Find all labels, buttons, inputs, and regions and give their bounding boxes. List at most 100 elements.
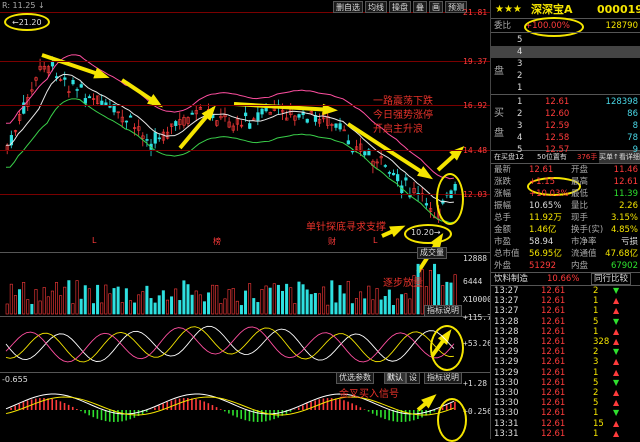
tick-time: 13:30 (494, 398, 519, 409)
up-arrow-icon: ▲ (613, 428, 620, 438)
volume-bar (165, 299, 169, 315)
candle-body (387, 172, 392, 174)
tick-time: 13:30 (494, 388, 519, 398)
tick-price: 12.61 (541, 367, 566, 378)
stat-value: 47.68亿 (605, 249, 638, 259)
kline-chart-area[interactable]: R: 11.25 ↓ ←21.20 删自选 均线 操盘 叠 画 预测 21.81… (0, 0, 492, 442)
candle-body (264, 107, 268, 112)
weibi-volume: 128790 (605, 21, 638, 31)
highlight-ellipse (436, 173, 464, 225)
volume-bar (338, 285, 342, 315)
tick-price: 12.61 (541, 286, 566, 296)
volume-bar (182, 280, 186, 315)
buy-level-number: 2 (517, 109, 523, 119)
stat-value: +10.03% (529, 189, 569, 199)
stat-label: 振幅 (494, 201, 512, 211)
stat-label: 金额 (494, 225, 512, 235)
volume-bar (239, 305, 243, 315)
buy-level-number: 3 (517, 121, 523, 131)
sell-order-row: 4 (491, 46, 640, 58)
volume-bar (305, 289, 309, 315)
buy-volume: 78 (627, 133, 638, 143)
volume-bar (104, 284, 108, 315)
stat-label: 市盈 (494, 237, 512, 247)
tick-row: 13:28 12.61 5 ▼ (491, 317, 640, 327)
sell-order-row: 1 (491, 82, 640, 94)
optimize-params-button[interactable]: 优选参数 (336, 372, 374, 384)
settings-button[interactable]: 设 (406, 372, 420, 384)
volume-bar (149, 298, 153, 315)
grid-line (0, 150, 490, 151)
tick-price: 12.61 (541, 296, 566, 307)
stat-value: 亏损 (620, 237, 638, 247)
indicator-help-button[interactable]: 指标说明 (424, 305, 462, 317)
toolbar-operate-button[interactable]: 操盘 (389, 1, 411, 13)
volume-bar (379, 299, 383, 315)
tick-time: 13:30 (494, 377, 519, 388)
toolbar-ma-button[interactable]: 均线 (365, 1, 387, 13)
stat-label: 总手 (494, 213, 512, 223)
sell-level-number: 4 (517, 47, 523, 57)
stock-header: ★★★ 深深宝A 000019 (491, 2, 640, 18)
stat-label: 最低 (571, 189, 589, 199)
annotation-text: 开启主升浪 (373, 124, 423, 135)
volume-bar (124, 288, 128, 315)
tick-volume: 328 (593, 337, 610, 347)
tick-price: 12.61 (541, 347, 566, 358)
candle-body (75, 89, 79, 91)
tab-industry[interactable]: 饮料制造 (494, 273, 528, 285)
indicator-help-button[interactable]: 指标说明 (424, 372, 462, 384)
toolbar-overlay-button[interactable]: 叠 (413, 1, 427, 13)
candle-body (346, 140, 350, 145)
tick-time: 13:28 (494, 337, 519, 347)
toolbar-remove-favorite-button[interactable]: 删自选 (333, 1, 363, 13)
candle-body (108, 106, 112, 108)
volume-bar (383, 296, 387, 315)
chart-toolbar: 删自选 均线 操盘 叠 画 预测 (333, 1, 467, 13)
tick-row: 13:28 12.61 1 ▲ (491, 327, 640, 337)
sell-level-number: 5 (517, 35, 523, 45)
sell-level-number: 3 (517, 59, 523, 69)
volume-bar (211, 284, 215, 315)
volume-axis-label: X10000 (463, 295, 492, 304)
tick-price: 12.61 (541, 306, 566, 317)
volume-bar (350, 303, 354, 315)
volume-bar (120, 302, 124, 315)
tick-row: 13:30 12.61 1 ▼ (491, 408, 640, 418)
candle-body (244, 112, 248, 117)
candle-body (71, 79, 75, 85)
volume-bar (396, 298, 400, 315)
volume-bar (186, 284, 190, 315)
macd-left-value: -0.655 (2, 375, 28, 384)
stat-value: 12.61 (529, 165, 554, 175)
volume-axis-label: 6444 (463, 277, 483, 286)
grid-line (0, 194, 490, 195)
tick-volume: 1 (593, 326, 599, 337)
volume-axis-label: 12888 (463, 254, 488, 263)
buy-price: 12.59 (545, 121, 570, 131)
volume-bar (202, 301, 206, 315)
buy-order-row: 2 12.60 86 (491, 108, 640, 120)
trend-arrow-head (389, 225, 406, 238)
tick-time: 13:29 (494, 347, 519, 358)
macd-axis-label: +0.256 (463, 407, 492, 416)
volume-bar (334, 302, 338, 315)
indicator-label: R: 11.25 ↓ (2, 1, 45, 10)
down-arrow-icon: ▼ (613, 408, 620, 418)
toolbar-draw-button[interactable]: 画 (429, 1, 443, 13)
default-button[interactable]: 默认 (384, 372, 406, 384)
tick-price: 12.61 (541, 316, 566, 327)
up-arrow-icon: ▲ (613, 398, 620, 408)
volume-bar (59, 295, 63, 315)
grid-line (0, 61, 490, 62)
up-arrow-icon: ▲ (613, 296, 620, 306)
tick-volume: 5 (593, 316, 599, 327)
tick-price: 12.61 (541, 398, 566, 409)
stat-value: 58.94 (529, 237, 554, 247)
tick-row: 13:29 12.61 1 ▲ (491, 368, 640, 378)
composite-volume-button[interactable]: 成交量 (417, 247, 447, 259)
tick-row: 13:31 12.61 15 ▲ (491, 419, 640, 429)
tab-peer-compare[interactable]: 同行比较 (591, 273, 632, 285)
price-axis-label: 14.48 (463, 146, 488, 155)
candle-body (157, 137, 161, 140)
